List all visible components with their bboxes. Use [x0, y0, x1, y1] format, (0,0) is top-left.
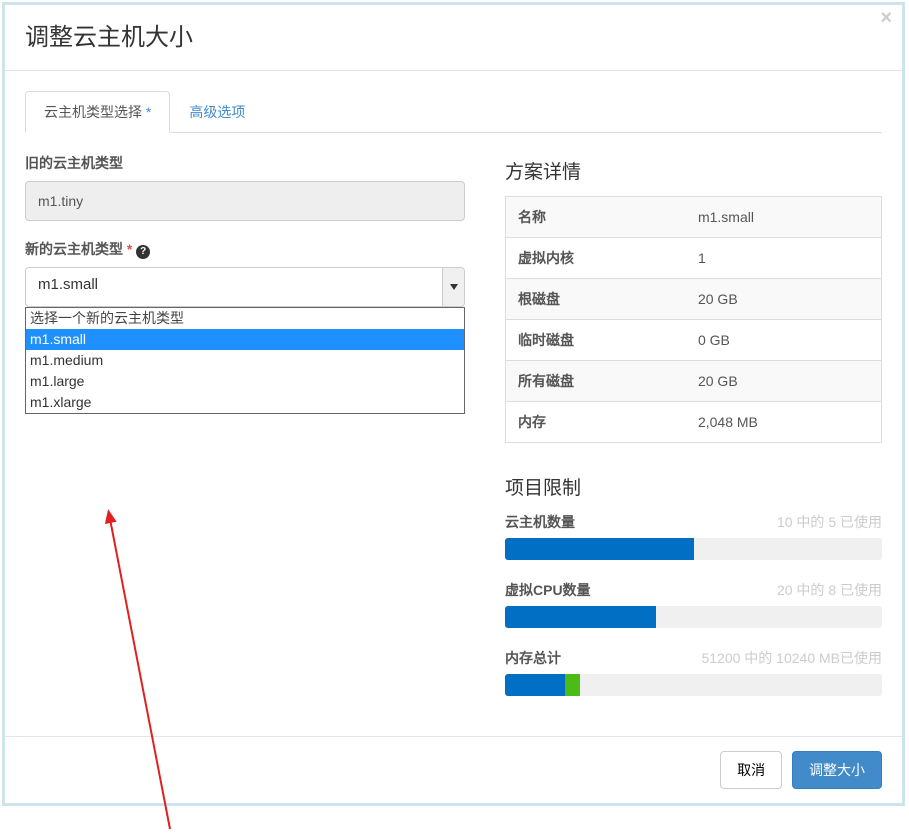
detail-row: 内存2,048 MB [506, 402, 882, 443]
tab-label: 高级选项 [189, 104, 245, 120]
submit-button[interactable]: 调整大小 [792, 751, 882, 789]
progress-bar [505, 538, 882, 560]
select-value: m1.small [38, 276, 98, 293]
quota-ram: 内存总计 51200 中的 10240 MB已使用 [505, 648, 882, 696]
dropdown-option[interactable]: m1.xlarge [26, 392, 464, 413]
detail-label: 根磁盘 [506, 279, 686, 320]
detail-value: m1.small [686, 197, 882, 238]
dropdown-option[interactable]: m1.large [26, 371, 464, 392]
detail-row: 所有磁盘20 GB [506, 361, 882, 402]
progress-fill [505, 538, 694, 560]
detail-value: 2,048 MB [686, 402, 882, 443]
detail-row: 名称m1.small [506, 197, 882, 238]
tabs: 云主机类型选择 * 高级选项 [25, 91, 882, 133]
progress-bar [505, 674, 882, 696]
flavor-dropdown: 选择一个新的云主机类型 m1.small m1.medium m1.large … [25, 307, 465, 414]
dropdown-placeholder[interactable]: 选择一个新的云主机类型 [26, 308, 464, 329]
detail-row: 临时磁盘0 GB [506, 320, 882, 361]
tab-label: 云主机类型选择 [44, 104, 142, 120]
quota-usage: 51200 中的 10240 MB已使用 [701, 648, 882, 668]
details-table: 名称m1.small 虚拟内核1 根磁盘20 GB 临时磁盘0 GB 所有磁盘2… [505, 196, 882, 443]
tab-required-marker: * [146, 104, 151, 120]
detail-label: 内存 [506, 402, 686, 443]
progress-bar [505, 606, 882, 628]
detail-label: 虚拟内核 [506, 238, 686, 279]
new-flavor-label-text: 新的云主机类型 [25, 241, 123, 257]
tab-advanced[interactable]: 高级选项 [170, 91, 264, 133]
detail-value: 0 GB [686, 320, 882, 361]
close-icon[interactable]: × [880, 7, 892, 30]
modal-body: 云主机类型选择 * 高级选项 旧的云主机类型 新的云主机类型 * [5, 71, 902, 736]
modal-title: 调整云主机大小 [25, 17, 882, 52]
modal-header: 调整云主机大小 × [5, 5, 902, 71]
detail-value: 20 GB [686, 279, 882, 320]
dropdown-option[interactable]: m1.small [26, 329, 464, 350]
required-star: * [127, 241, 132, 257]
resize-instance-modal: 调整云主机大小 × 云主机类型选择 * 高级选项 旧的云主机类型 [2, 2, 905, 806]
dropdown-option[interactable]: m1.medium [26, 350, 464, 371]
help-icon[interactable]: ? [136, 245, 150, 259]
quota-label: 内存总计 [505, 648, 561, 668]
old-flavor-group: 旧的云主机类型 [25, 153, 465, 221]
detail-row: 根磁盘20 GB [506, 279, 882, 320]
quota-vcpus: 虚拟CPU数量 20 中的 8 已使用 [505, 580, 882, 628]
details-heading: 方案详情 [505, 157, 882, 184]
cancel-button[interactable]: 取消 [720, 751, 782, 789]
limits-heading: 项目限制 [505, 473, 882, 500]
detail-label: 临时磁盘 [506, 320, 686, 361]
quota-instances: 云主机数量 10 中的 5 已使用 [505, 512, 882, 560]
form-column: 旧的云主机类型 新的云主机类型 * ? m1.small [25, 153, 465, 716]
quota-label: 虚拟CPU数量 [505, 580, 591, 600]
detail-row: 虚拟内核1 [506, 238, 882, 279]
old-flavor-input [25, 181, 465, 221]
quota-usage: 20 中的 8 已使用 [777, 580, 882, 600]
detail-label: 名称 [506, 197, 686, 238]
new-flavor-group: 新的云主机类型 * ? m1.small 选择一个新的云主机类型 [25, 239, 465, 307]
progress-fill [505, 606, 656, 628]
old-flavor-label: 旧的云主机类型 [25, 153, 465, 173]
new-flavor-label: 新的云主机类型 * ? [25, 239, 465, 259]
quota-label: 云主机数量 [505, 512, 575, 532]
detail-value: 1 [686, 238, 882, 279]
detail-label: 所有磁盘 [506, 361, 686, 402]
progress-fill-extra [565, 674, 580, 696]
tab-flavor-select[interactable]: 云主机类型选择 * [25, 91, 170, 133]
quota-usage: 10 中的 5 已使用 [777, 512, 882, 532]
select-display[interactable]: m1.small [25, 267, 465, 307]
detail-value: 20 GB [686, 361, 882, 402]
progress-fill [505, 674, 565, 696]
details-column: 方案详情 名称m1.small 虚拟内核1 根磁盘20 GB 临时磁盘0 GB … [505, 153, 882, 716]
chevron-down-icon [442, 268, 464, 306]
modal-footer: 取消 调整大小 [5, 736, 902, 803]
new-flavor-select[interactable]: m1.small 选择一个新的云主机类型 m1.small m1.medium … [25, 267, 465, 307]
